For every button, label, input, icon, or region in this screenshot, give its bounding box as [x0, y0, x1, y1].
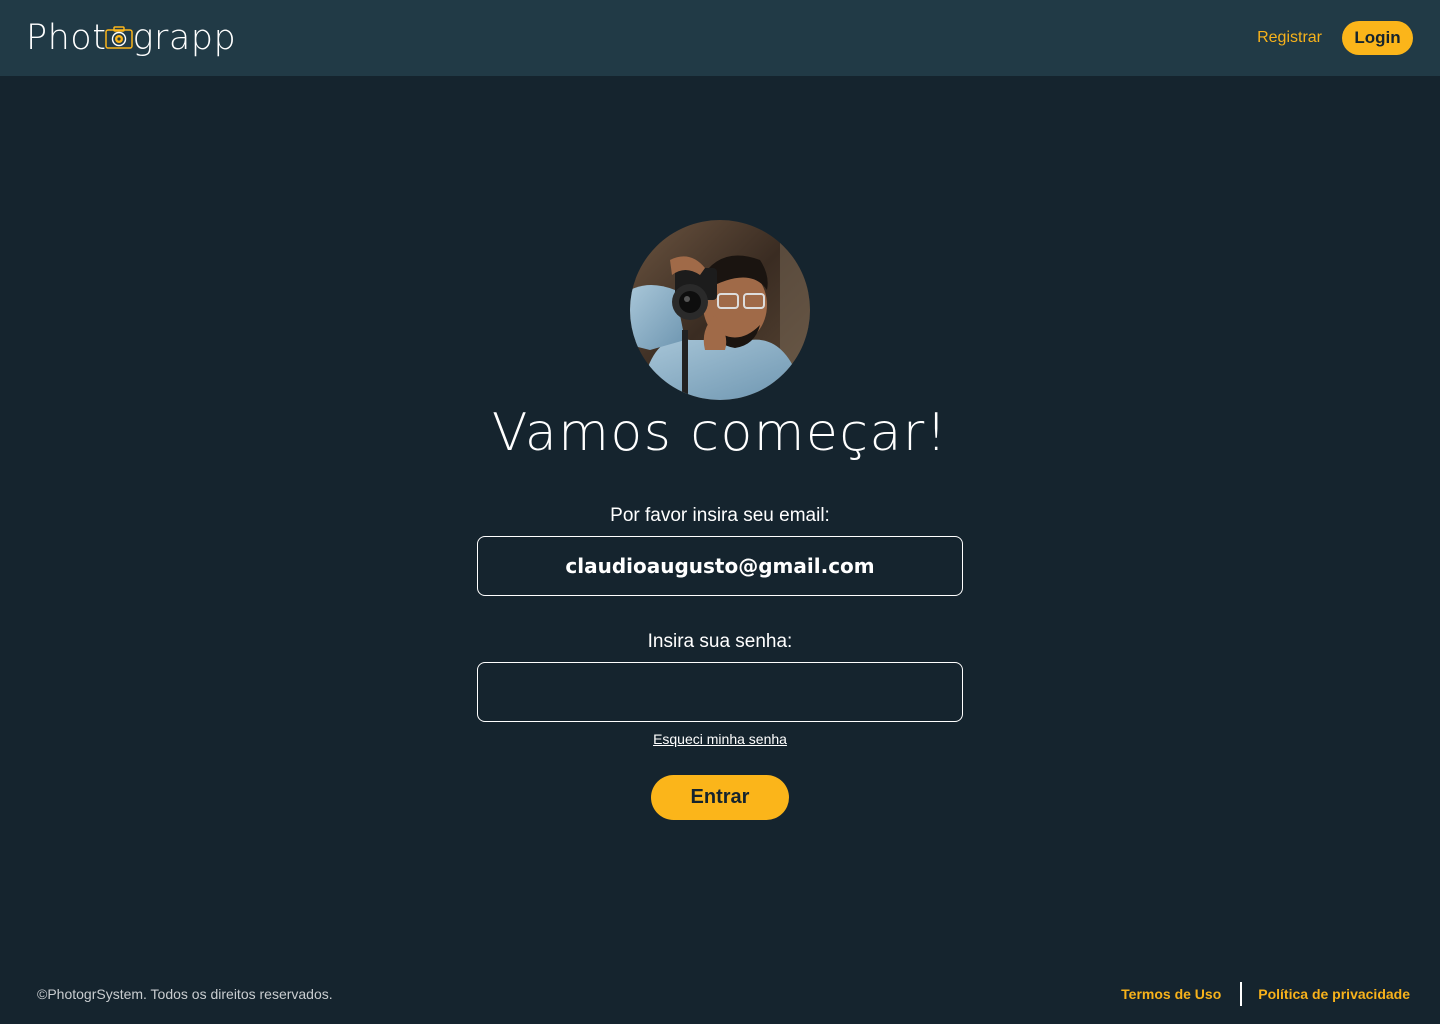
submit-button[interactable]: Entrar	[651, 775, 789, 820]
avatar-photo	[630, 220, 810, 400]
footer-divider	[1240, 982, 1243, 1006]
forgot-password-link[interactable]: Esqueci minha senha	[653, 731, 787, 747]
register-link[interactable]: Registrar	[1257, 29, 1322, 47]
login-button[interactable]: Login	[1342, 21, 1413, 55]
password-field[interactable]	[477, 662, 963, 722]
footer: ©PhotogrSystem. Todos os direitos reserv…	[0, 972, 1440, 1016]
photograpp-logo[interactable]: Phot grapp	[26, 18, 236, 58]
user-avatar	[630, 220, 810, 400]
password-label: Insira sua senha:	[647, 631, 793, 652]
top-navbar: Phot grapp Registrar Login	[0, 0, 1440, 76]
privacy-link[interactable]: Política de privacidade	[1258, 986, 1410, 1002]
logo-text-right: grapp	[132, 18, 237, 58]
camera-icon	[105, 26, 134, 49]
email-label: Por favor insira seu email:	[610, 505, 830, 526]
header-nav: Registrar Login	[1257, 21, 1413, 55]
login-form: Vamos começar! Por favor insira seu emai…	[0, 76, 1440, 820]
footer-links: Termos de Uso Política de privacidade	[1121, 982, 1410, 1006]
email-field[interactable]	[477, 536, 963, 596]
copyright-text: ©PhotogrSystem. Todos os direitos reserv…	[37, 986, 333, 1002]
terms-link[interactable]: Termos de Uso	[1121, 986, 1221, 1002]
logo-text-left: Phot	[26, 18, 107, 58]
page-title: Vamos começar!	[491, 403, 949, 463]
